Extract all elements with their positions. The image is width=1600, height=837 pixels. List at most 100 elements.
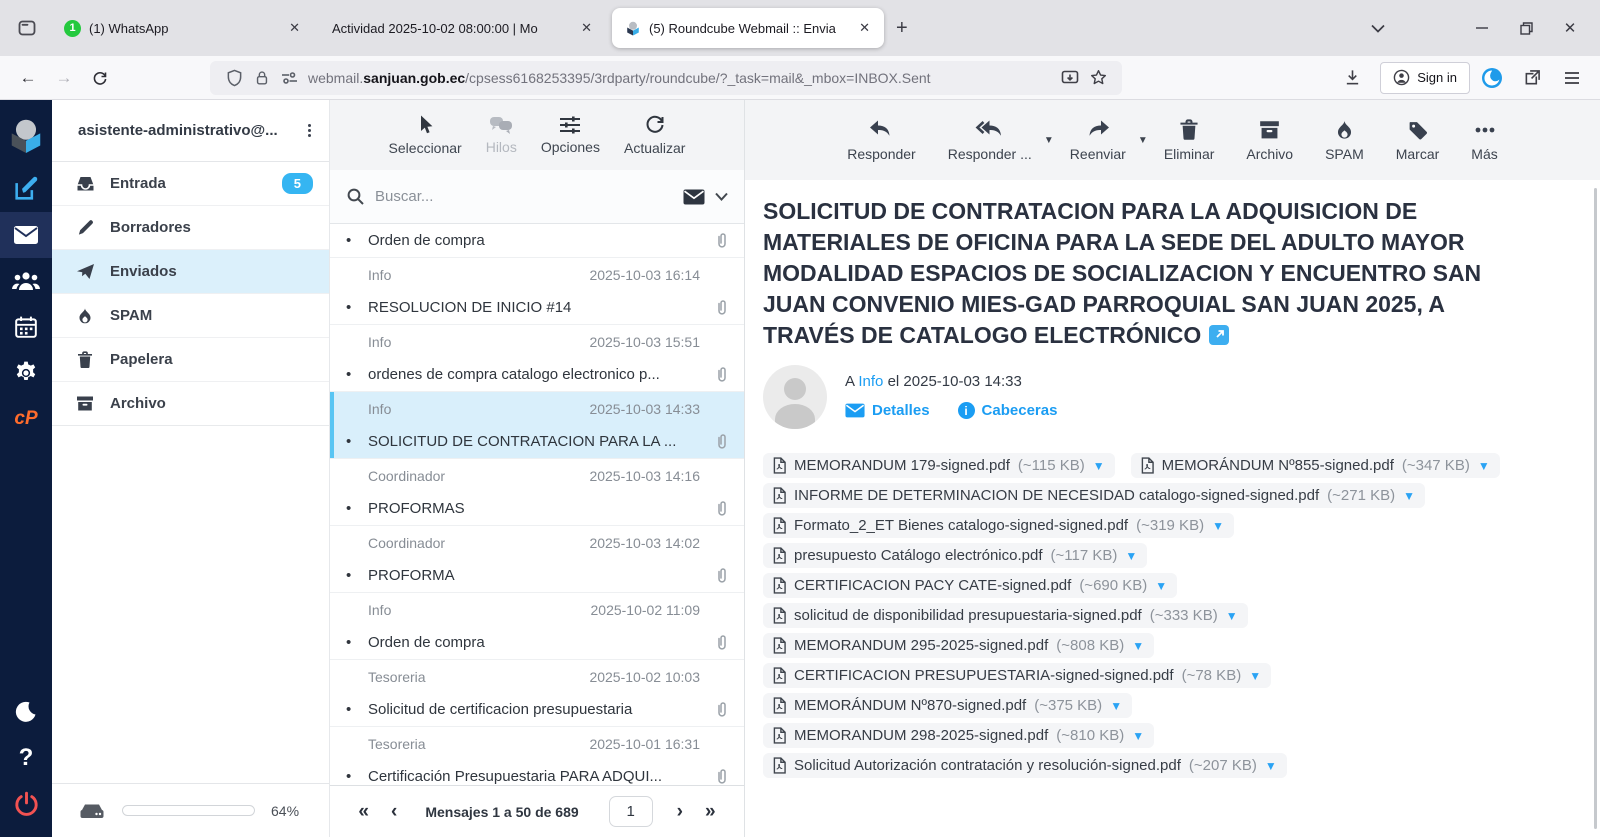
attachment-menu-caret[interactable]: ▼ xyxy=(1093,459,1105,473)
downloads-icon[interactable] xyxy=(1334,61,1370,95)
message-row[interactable]: Info2025-10-03 16:14 •RESOLUCION DE INIC… xyxy=(330,258,744,325)
compose-button[interactable] xyxy=(0,166,52,212)
page-number-input[interactable] xyxy=(609,796,653,827)
attachment-chip[interactable]: MEMORANDUM 295-2025-signed.pdf(~808 KB)▼ xyxy=(763,633,1154,658)
account-menu-icon[interactable] xyxy=(300,124,319,137)
delete-button[interactable]: Eliminar xyxy=(1152,119,1227,162)
tab-whatsapp[interactable]: 1 (1) WhatsApp ✕ xyxy=(52,8,314,48)
save-page-icon[interactable] xyxy=(1056,64,1084,92)
forward-button[interactable]: → xyxy=(46,61,82,95)
reload-button[interactable] xyxy=(82,61,118,95)
first-page-icon[interactable]: « xyxy=(354,801,373,823)
new-tab-button[interactable]: + xyxy=(884,13,920,44)
reading-pane-scrollbar[interactable] xyxy=(1594,188,1597,829)
shield-icon[interactable] xyxy=(220,64,248,92)
permissions-icon[interactable] xyxy=(276,64,304,92)
spam-button[interactable]: SPAM xyxy=(1313,119,1376,162)
folder-spam[interactable]: SPAM xyxy=(52,294,329,338)
forward-button[interactable]: Reenviar ▼ xyxy=(1058,119,1144,162)
threads-button[interactable]: Hilos xyxy=(486,115,517,155)
tab-roundcube[interactable]: (5) Roundcube Webmail :: Envia ✕ xyxy=(612,8,884,48)
next-page-icon[interactable]: › xyxy=(673,801,687,823)
options-button[interactable]: Opciones xyxy=(541,115,600,155)
select-button[interactable]: Seleccionar xyxy=(389,114,462,156)
open-in-new-window-icon[interactable] xyxy=(1209,325,1229,345)
tab-actividad[interactable]: Actividad 2025-10-02 08:00:00 | Mo ✕ xyxy=(320,8,606,48)
close-tab-icon[interactable]: ✕ xyxy=(285,18,304,38)
folder-papelera[interactable]: Papelera xyxy=(52,338,329,382)
attachment-chip[interactable]: MEMORANDUM 298-2025-signed.pdf(~810 KB)▼ xyxy=(763,723,1154,748)
menu-hamburger-icon[interactable] xyxy=(1554,61,1590,95)
refresh-button[interactable]: Actualizar xyxy=(624,114,685,156)
attachment-menu-caret[interactable]: ▼ xyxy=(1226,609,1238,623)
attachment-menu-caret[interactable]: ▼ xyxy=(1265,759,1277,773)
attachment-menu-caret[interactable]: ▼ xyxy=(1125,549,1137,563)
attachment-chip[interactable]: MEMORÁNDUM Nº855-signed.pdf(~347 KB)▼ xyxy=(1131,453,1500,478)
message-row[interactable]: • Orden de compra xyxy=(330,224,744,258)
close-tab-icon[interactable]: ✕ xyxy=(855,18,874,38)
attachment-chip[interactable]: MEMORANDUM 179-signed.pdf(~115 KB)▼ xyxy=(763,453,1115,478)
attachment-chip[interactable]: solicitud de disponibilidad presupuestar… xyxy=(763,603,1248,628)
attachment-chip[interactable]: MEMORÁNDUM Nº870-signed.pdf(~375 KB)▼ xyxy=(763,693,1132,718)
recipient-link[interactable]: Info xyxy=(858,373,883,390)
folder-entrada[interactable]: Entrada 5 xyxy=(52,162,329,206)
attachment-chip[interactable]: INFORME DE DETERMINACION DE NECESIDAD ca… xyxy=(763,483,1425,508)
sign-in-button[interactable]: Sign in xyxy=(1380,62,1470,94)
dark-mode-button[interactable] xyxy=(0,689,52,735)
restore-button[interactable] xyxy=(1504,8,1548,48)
archive-button[interactable]: Archivo xyxy=(1234,119,1305,162)
folder-enviados[interactable]: Enviados xyxy=(52,250,329,294)
message-row[interactable]: Coordinador2025-10-03 14:02 •PROFORMA xyxy=(330,526,744,593)
attachment-menu-caret[interactable]: ▼ xyxy=(1403,489,1415,503)
minimize-button[interactable] xyxy=(1460,8,1504,48)
forward-menu-caret[interactable]: ▼ xyxy=(1138,135,1148,146)
close-tab-icon[interactable]: ✕ xyxy=(577,18,596,38)
reply-all-button[interactable]: Responder ... ▼ xyxy=(936,119,1050,162)
reply-button[interactable]: Responder xyxy=(835,119,928,162)
mail-nav-button[interactable] xyxy=(0,212,52,258)
search-options-chevron-icon[interactable] xyxy=(715,192,728,201)
message-row[interactable]: Tesoreria2025-10-01 16:31 •Certificación… xyxy=(330,727,744,785)
message-row[interactable]: Info2025-10-02 11:09 •Orden de compra xyxy=(330,593,744,660)
address-bar[interactable]: webmail.sanjuan.gob.ec/cpsess6168253395/… xyxy=(210,61,1122,95)
attachment-menu-caret[interactable]: ▼ xyxy=(1249,669,1261,683)
attachment-chip[interactable]: Solicitud Autorización contratación y re… xyxy=(763,753,1287,778)
attachment-menu-caret[interactable]: ▼ xyxy=(1110,699,1122,713)
settings-nav-button[interactable] xyxy=(0,350,52,396)
more-button[interactable]: Más xyxy=(1459,119,1509,162)
list-all-tabs-button[interactable] xyxy=(1356,8,1400,48)
back-button[interactable]: ← xyxy=(10,61,46,95)
attachment-menu-caret[interactable]: ▼ xyxy=(1155,579,1167,593)
details-link[interactable]: Detalles xyxy=(845,402,930,419)
last-page-icon[interactable]: » xyxy=(701,801,720,823)
message-row[interactable]: Info2025-10-03 15:51 •ordenes de compra … xyxy=(330,325,744,392)
close-window-button[interactable]: ✕ xyxy=(1548,8,1592,48)
attachment-chip[interactable]: presupuesto Catálogo electrónico.pdf(~11… xyxy=(763,543,1147,568)
search-scope-mail-icon[interactable] xyxy=(683,189,705,205)
lock-icon[interactable] xyxy=(248,64,276,92)
message-row[interactable]: Coordinador2025-10-03 14:16 •PROFORMAS xyxy=(330,459,744,526)
contacts-nav-button[interactable] xyxy=(0,258,52,304)
headers-link[interactable]: i Cabeceras xyxy=(958,402,1058,419)
attachment-menu-caret[interactable]: ▼ xyxy=(1478,459,1490,473)
message-row-selected[interactable]: Info2025-10-03 14:33 •SOLICITUD DE CONTR… xyxy=(330,392,744,459)
mark-button[interactable]: Marcar xyxy=(1384,119,1452,162)
attachment-menu-caret[interactable]: ▼ xyxy=(1132,729,1144,743)
attachment-menu-caret[interactable]: ▼ xyxy=(1212,519,1224,533)
extension-icon[interactable] xyxy=(1514,61,1550,95)
folder-borradores[interactable]: Borradores xyxy=(52,206,329,250)
prev-page-icon[interactable]: ‹ xyxy=(387,801,401,823)
bookmark-star-icon[interactable] xyxy=(1084,64,1112,92)
attachment-chip[interactable]: Formato_2_ET Bienes catalogo-signed-sign… xyxy=(763,513,1234,538)
logout-button[interactable] xyxy=(0,781,52,827)
search-input[interactable] xyxy=(375,188,673,205)
calendar-nav-button[interactable] xyxy=(0,304,52,350)
firefox-account-icon[interactable] xyxy=(1474,61,1510,95)
attachment-menu-caret[interactable]: ▼ xyxy=(1132,639,1144,653)
cpanel-nav-button[interactable]: cP xyxy=(0,396,52,442)
reply-all-menu-caret[interactable]: ▼ xyxy=(1044,135,1054,146)
attachment-chip[interactable]: CERTIFICACION PACY CATE-signed.pdf(~690 … xyxy=(763,573,1177,598)
folder-archivo[interactable]: Archivo xyxy=(52,382,329,426)
attachment-chip[interactable]: CERTIFICACION PRESUPUESTARIA-signed-sign… xyxy=(763,663,1271,688)
help-button[interactable]: ? xyxy=(0,735,52,781)
